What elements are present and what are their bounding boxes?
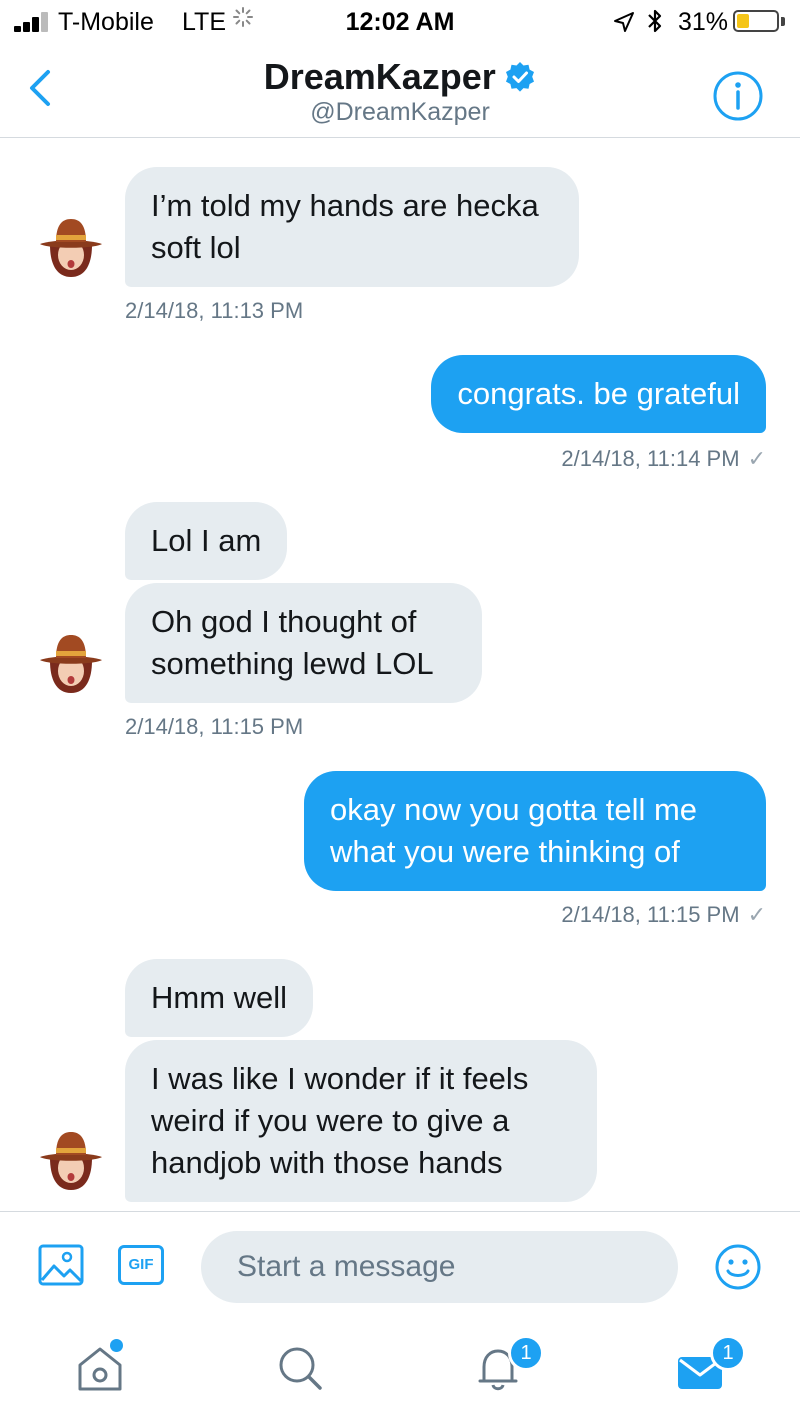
bluetooth-icon [648,9,662,33]
verified-badge-icon [506,62,535,92]
message-input[interactable] [201,1231,678,1303]
avatar[interactable] [34,211,108,285]
message-timestamp-row: 2/14/18, 11:14 PM ✓ [561,446,766,472]
message-text: I’m told my hands are hecka soft lol [151,188,539,265]
conversation-header: DreamKazper @DreamKazper [0,44,800,138]
search-icon [279,1347,322,1390]
incoming-message-bubble[interactable]: Oh god I thought of something lewd LOL [125,583,482,703]
incoming-message-bubble[interactable]: Hmm well [125,959,314,1037]
read-check-icon: ✓ [747,902,766,927]
smiley-icon[interactable] [714,1243,762,1291]
read-check-icon: ✓ [747,446,766,471]
message-text: Hmm well [151,980,288,1015]
status-bar: T-Mobile LTE 12:02 AM 31% [0,0,800,44]
message-timestamp-row: 2/14/18, 11:15 PM ✓ [561,902,766,928]
messages-badge: 1 [710,1335,746,1371]
message-timestamp: 2/14/18, 11:13 PM [125,298,304,323]
message-text: Oh god I thought of something lewd LOL [151,604,434,681]
gif-button[interactable]: GIF [118,1245,164,1285]
outgoing-message-bubble[interactable]: congrats. be grateful [431,355,766,433]
incoming-message-bubble[interactable]: I’m told my hands are hecka soft lol [125,167,579,287]
incoming-message-bubble[interactable]: Lol I am [125,502,288,580]
image-icon[interactable] [38,1244,84,1286]
tab-search[interactable] [270,1337,330,1397]
battery-level [737,14,749,28]
battery-icon [733,10,779,32]
home-icon [78,1347,122,1391]
message-composer: GIF [0,1211,800,1315]
title-row[interactable]: DreamKazper [0,56,800,98]
incoming-message-bubble[interactable]: I was like I wonder if it feels weird if… [125,1040,597,1202]
message-text: congrats. be grateful [457,376,740,411]
message-timestamp: 2/14/18, 11:15 PM [125,714,304,739]
avatar[interactable] [34,627,108,701]
new-tweets-dot [110,1339,123,1352]
conversation-handle: @DreamKazper [310,98,490,126]
message-text: okay now you gotta tell me what you were… [330,792,698,869]
message-text: I was like I wonder if it feels weird if… [151,1061,529,1180]
message-text: Lol I am [151,523,262,558]
tab-notifications[interactable]: 1 [470,1335,544,1397]
tab-bar: 1 1 [0,1315,800,1423]
conversation-name: DreamKazper [263,56,496,97]
message-timestamp: 2/14/18, 11:15 PM [561,902,740,927]
avatar[interactable] [34,1124,108,1198]
location-arrow-icon [614,12,634,32]
notifications-badge: 1 [508,1335,544,1371]
battery-percent: 31% [678,8,729,36]
message-timestamp: 2/14/18, 11:14 PM [561,446,740,471]
tab-messages[interactable]: 1 [672,1335,746,1397]
tab-home[interactable] [72,1337,132,1397]
outgoing-message-bubble[interactable]: okay now you gotta tell me what you were… [304,771,766,891]
battery-tip [781,17,785,26]
info-icon[interactable] [712,70,764,122]
